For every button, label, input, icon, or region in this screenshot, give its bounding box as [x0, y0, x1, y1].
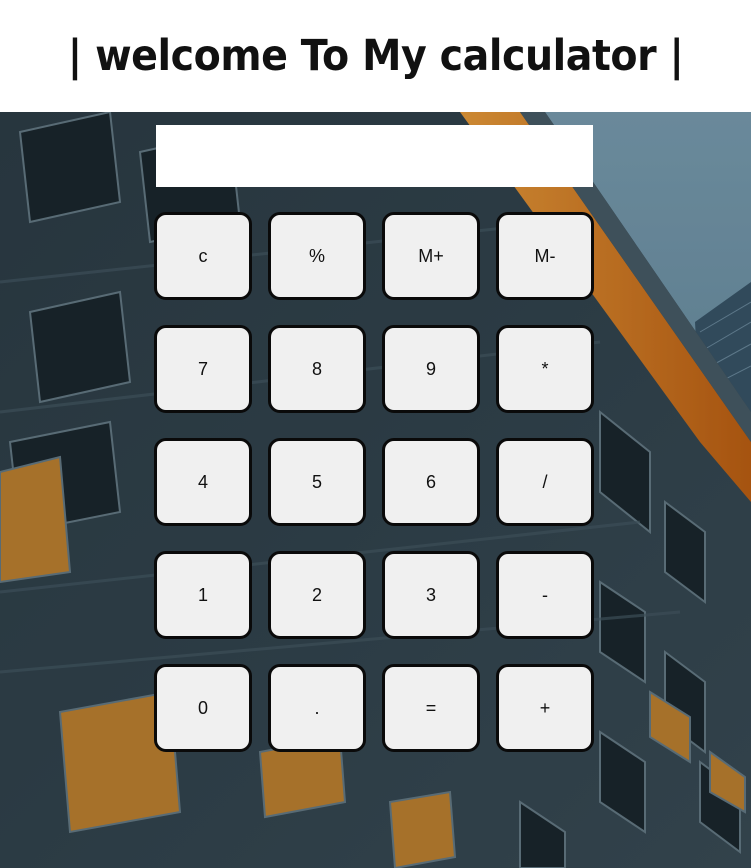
background-photo [0, 112, 751, 868]
digit-7-button[interactable]: 7 [154, 325, 252, 413]
digit-4-button[interactable]: 4 [154, 438, 252, 526]
page-header: | welcome To My calculator | [0, 0, 751, 112]
digit-9-button[interactable]: 9 [382, 325, 480, 413]
page-title: | welcome To My calculator | [67, 31, 684, 81]
digit-1-button[interactable]: 1 [154, 551, 252, 639]
clear-button[interactable]: c [154, 212, 252, 300]
subtract-button[interactable]: - [496, 551, 594, 639]
multiply-button[interactable]: * [496, 325, 594, 413]
digit-8-button[interactable]: 8 [268, 325, 366, 413]
decimal-button[interactable]: . [268, 664, 366, 752]
digit-5-button[interactable]: 5 [268, 438, 366, 526]
memory-subtract-button[interactable]: M- [496, 212, 594, 300]
percent-button[interactable]: % [268, 212, 366, 300]
equals-button[interactable]: = [382, 664, 480, 752]
digit-6-button[interactable]: 6 [382, 438, 480, 526]
digit-3-button[interactable]: 3 [382, 551, 480, 639]
memory-add-button[interactable]: M+ [382, 212, 480, 300]
divide-button[interactable]: / [496, 438, 594, 526]
digit-2-button[interactable]: 2 [268, 551, 366, 639]
calculator-display[interactable] [156, 125, 593, 187]
building-illustration [0, 112, 751, 868]
digit-0-button[interactable]: 0 [154, 664, 252, 752]
add-button[interactable]: + [496, 664, 594, 752]
